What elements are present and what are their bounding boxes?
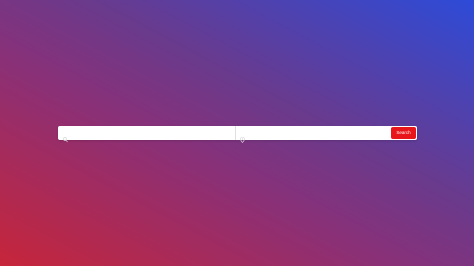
page-background: Search bbox=[0, 0, 474, 266]
map-pin-icon bbox=[240, 130, 245, 143]
keyword-input[interactable] bbox=[71, 128, 191, 138]
search-button[interactable]: Search bbox=[391, 127, 416, 139]
keyword-field[interactable] bbox=[58, 126, 235, 143]
location-field[interactable] bbox=[235, 126, 389, 143]
location-input[interactable] bbox=[248, 128, 368, 138]
search-bar: Search bbox=[58, 126, 417, 143]
search-icon bbox=[63, 130, 68, 143]
